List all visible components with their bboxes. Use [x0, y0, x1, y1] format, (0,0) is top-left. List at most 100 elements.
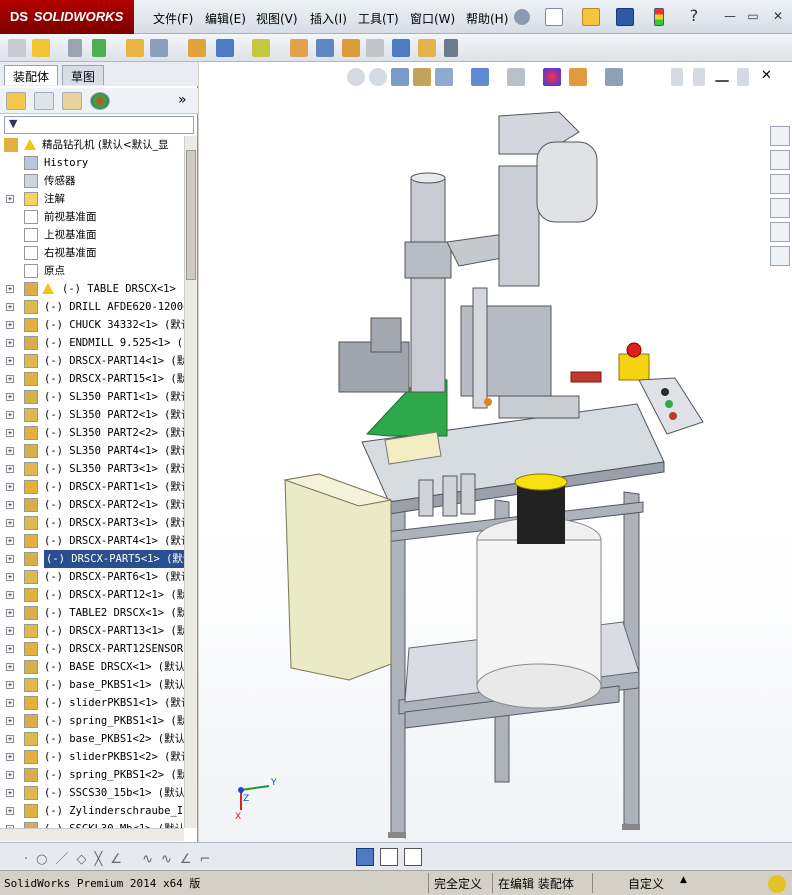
display-manager-icon[interactable]: [90, 92, 110, 110]
tree-vertical-scrollbar[interactable]: [184, 136, 197, 828]
expand-toggle-icon[interactable]: +: [6, 681, 14, 689]
expand-toggle-icon[interactable]: +: [6, 447, 14, 455]
property-manager-icon[interactable]: [34, 92, 54, 110]
feature-manager-icon[interactable]: [6, 92, 26, 110]
expand-toggle-icon[interactable]: +: [6, 321, 14, 329]
tree-item[interactable]: 原点: [0, 262, 184, 280]
tree-item[interactable]: + (-) DRSCX-PART4<1> (默认: [0, 532, 184, 550]
tree-root[interactable]: 精品钻孔机 (默认<默认_显: [0, 136, 184, 154]
bill-of-materials-icon[interactable]: [316, 39, 334, 57]
scrollbar-thumb[interactable]: [186, 150, 196, 280]
tree-item[interactable]: + (-) CHUCK 34332<1> (默认: [0, 316, 184, 334]
tree-item[interactable]: + (-) DRSCX-PART12SENSORB: [0, 640, 184, 658]
expand-toggle-icon[interactable]: +: [6, 789, 14, 797]
assembly-features-icon[interactable]: [216, 39, 234, 57]
expand-toggle-icon[interactable]: +: [6, 591, 14, 599]
tree-item[interactable]: 前视基准面: [0, 208, 184, 226]
tree-item[interactable]: + (-) DRSCX-PART1<1> (默认: [0, 478, 184, 496]
menu-insert[interactable]: 插入(I): [310, 10, 347, 27]
expand-toggle-icon[interactable]: +: [6, 573, 14, 581]
four-view-icon[interactable]: [404, 848, 422, 866]
tree-item[interactable]: + (-) SL350 PART3<1> (默认: [0, 460, 184, 478]
minimize-button[interactable]: —: [722, 9, 738, 23]
expand-toggle-icon[interactable]: +: [6, 627, 14, 635]
tree-item[interactable]: 右视基准面: [0, 244, 184, 262]
exploded-view-icon[interactable]: [342, 39, 360, 57]
solidworks-resources-icon[interactable]: [770, 126, 790, 146]
tree-item[interactable]: + (-) DRILL AFDE620-1200<: [0, 298, 184, 316]
instant3d-icon[interactable]: [444, 39, 458, 57]
expand-toggle-icon[interactable]: +: [6, 753, 14, 761]
expand-toggle-icon[interactable]: +: [6, 465, 14, 473]
tree-item[interactable]: + (-) DRSCX-PART13<1> (默: [0, 622, 184, 640]
tree-item[interactable]: + (-) DRSCX-PART15<1> (默: [0, 370, 184, 388]
tree-item[interactable]: + (-) DRSCX-PART2<1> (默认: [0, 496, 184, 514]
tree-item[interactable]: + (-) base_PKBS1<1> (默认: [0, 676, 184, 694]
solidworks-logo[interactable]: DS SOLIDWORKS: [0, 0, 134, 34]
tab-sketch[interactable]: 草图: [62, 65, 105, 85]
menu-edit[interactable]: 编辑(E): [205, 10, 246, 27]
expand-toggle-icon[interactable]: +: [6, 303, 14, 311]
expand-toggle-icon[interactable]: +: [6, 195, 14, 203]
tree-item[interactable]: + (-) spring_PKBS1<1> (默: [0, 712, 184, 730]
expand-toggle-icon[interactable]: +: [6, 537, 14, 545]
expand-toggle-icon[interactable]: +: [6, 663, 14, 671]
menu-view[interactable]: 视图(V): [256, 10, 298, 27]
dual-view-icon[interactable]: [380, 848, 398, 866]
tree-item[interactable]: + (-) SL350 PART4<1> (默认: [0, 442, 184, 460]
expand-toggle-icon[interactable]: +: [6, 807, 14, 815]
menu-file[interactable]: 文件(F): [153, 10, 193, 27]
reference-geometry-icon[interactable]: [252, 39, 270, 57]
tree-item[interactable]: + (-) sliderPKBS1<2> (默认: [0, 748, 184, 766]
drilling-machine-model[interactable]: [199, 62, 792, 842]
new-document-icon[interactable]: [545, 8, 563, 26]
expand-toggle-icon[interactable]: +: [6, 699, 14, 707]
menu-tools[interactable]: 工具(T): [358, 10, 399, 27]
expand-toggle-icon[interactable]: +: [6, 735, 14, 743]
expand-toggle-icon[interactable]: +: [6, 429, 14, 437]
expand-toggle-icon[interactable]: +: [6, 393, 14, 401]
tree-item[interactable]: 传感器: [0, 172, 184, 190]
clearance-verification-icon[interactable]: [418, 39, 436, 57]
tree-item[interactable]: 上视基准面: [0, 226, 184, 244]
new-part-icon[interactable]: [8, 39, 26, 57]
restore-button[interactable]: ▭: [745, 9, 761, 23]
tree-item[interactable]: + (-) Zylinderschraube_IS: [0, 802, 184, 820]
menu-help[interactable]: 帮助(H): [466, 10, 508, 27]
help-icon[interactable]: ?: [686, 8, 702, 24]
expand-panel-icon[interactable]: »: [178, 92, 187, 108]
pin-icon[interactable]: [514, 9, 530, 25]
tree-item[interactable]: + (-) base_PKBS1<2> (默认: [0, 730, 184, 748]
tree-filter[interactable]: ▼: [4, 116, 194, 134]
sketch-tool-icons[interactable]: ·○／◇╳∠ ∿∿∠⌐: [24, 848, 218, 867]
unit-menu-icon[interactable]: ▲: [680, 875, 687, 885]
tree-item[interactable]: + (-) DRSCX-PART3<1> (默认: [0, 514, 184, 532]
insert-component-icon[interactable]: [32, 39, 50, 57]
tree-horizontal-scrollbar[interactable]: [0, 828, 184, 841]
tree-item[interactable]: + (-) BASE DRSCX<1> (默认: [0, 658, 184, 676]
expand-toggle-icon[interactable]: +: [6, 771, 14, 779]
expand-toggle-icon[interactable]: +: [6, 501, 14, 509]
expand-toggle-icon[interactable]: +: [6, 483, 14, 491]
expand-toggle-icon[interactable]: +: [6, 357, 14, 365]
smart-fasteners-icon[interactable]: [126, 39, 144, 57]
view-palette-icon[interactable]: [770, 198, 790, 218]
file-explorer-icon[interactable]: [770, 174, 790, 194]
design-library-icon[interactable]: [770, 150, 790, 170]
expand-toggle-icon[interactable]: +: [6, 411, 14, 419]
expand-toggle-icon[interactable]: +: [6, 519, 14, 527]
expand-toggle-icon[interactable]: +: [6, 285, 14, 293]
unit-system[interactable]: 自定义: [628, 875, 664, 892]
tree-item[interactable]: History: [0, 154, 184, 172]
tree-item[interactable]: + (-) ENDMILL 9.525<1> (: [0, 334, 184, 352]
mate-icon[interactable]: [68, 39, 82, 57]
interference-detection-icon[interactable]: [392, 39, 410, 57]
tree-item[interactable]: +(-) SSCKL30 Mb<1> (默认: [0, 820, 184, 828]
expand-toggle-icon[interactable]: +: [6, 555, 14, 563]
show-hidden-icon[interactable]: [188, 39, 206, 57]
graphics-area[interactable]: ✕ Y X Z: [199, 62, 792, 842]
tree-item[interactable]: + (-) SSCS30_15b<1> (默认: [0, 784, 184, 802]
tree-item[interactable]: + (-) spring_PKBS1<2> (默: [0, 766, 184, 784]
tree-item[interactable]: + (-) DRSCX-PART12<1> (默: [0, 586, 184, 604]
tab-assembly[interactable]: 装配体: [4, 65, 59, 85]
